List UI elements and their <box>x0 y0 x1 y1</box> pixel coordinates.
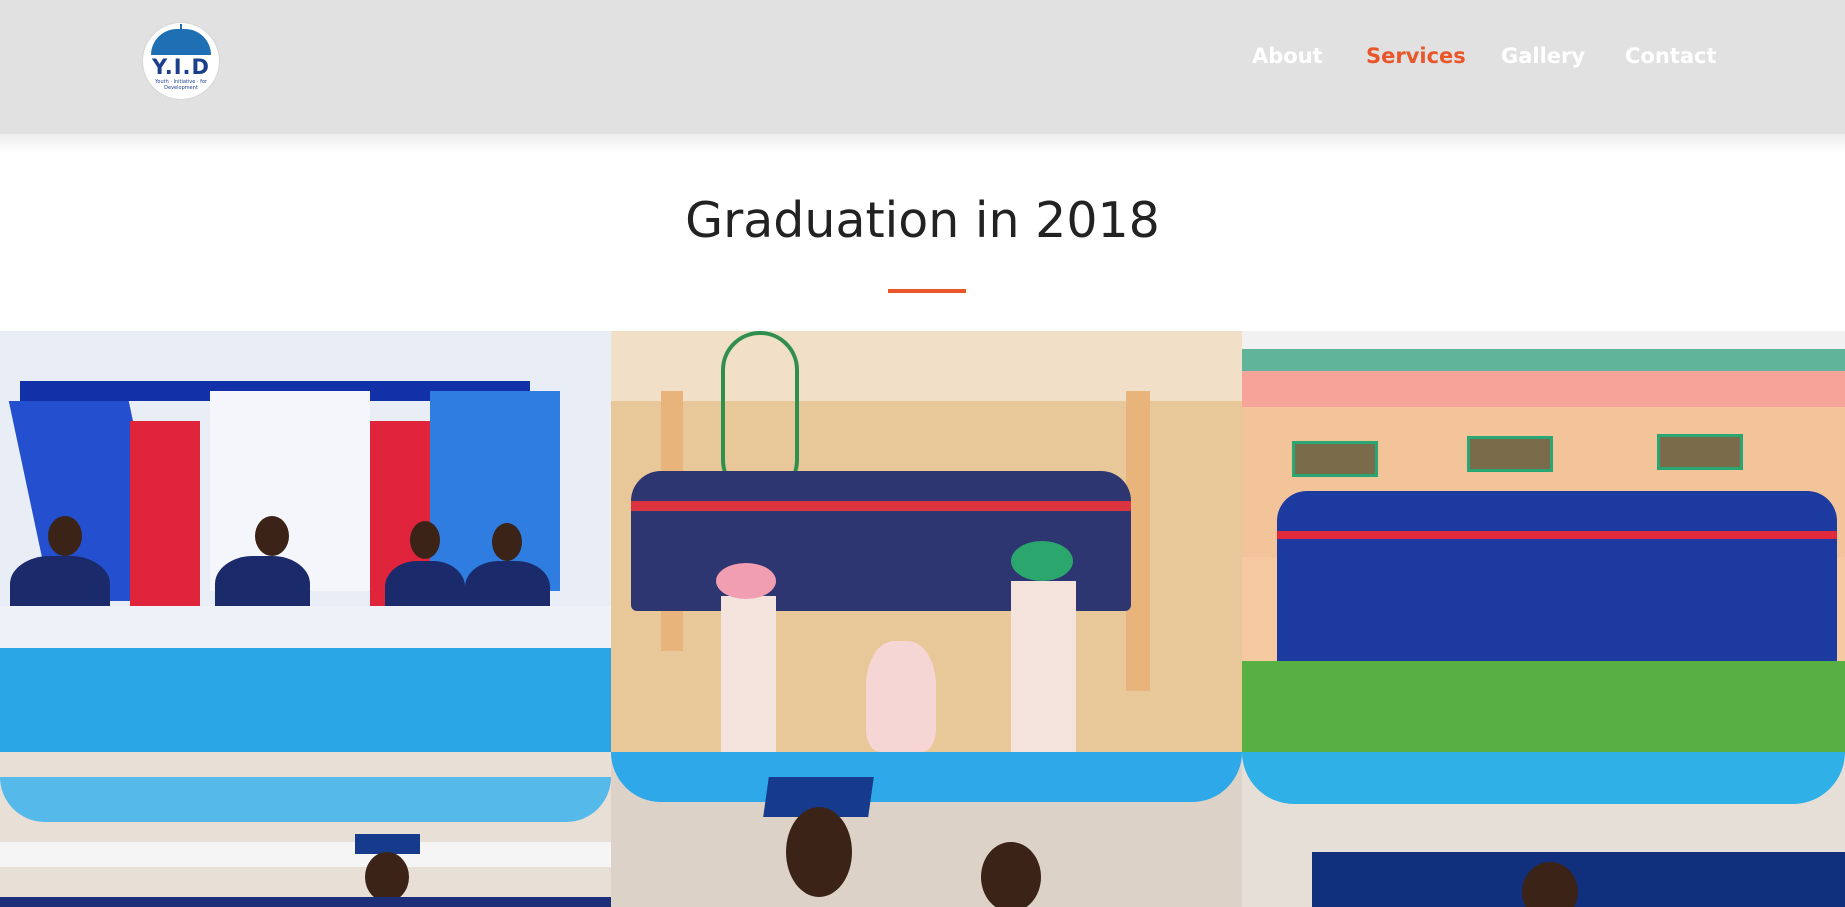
graduation-cap <box>355 834 420 854</box>
window <box>1657 434 1743 470</box>
roof-trim <box>1242 349 1845 371</box>
drape-red <box>130 421 200 611</box>
window <box>1467 436 1553 472</box>
logo-subtext: Youth · Initiative · for Development <box>155 79 207 91</box>
drape-blue <box>611 752 1242 802</box>
gallery-photo-2[interactable] <box>611 331 1242 752</box>
photo-tint <box>612 331 1242 752</box>
table-skirt <box>0 648 611 752</box>
gallery-photo-1[interactable] <box>0 331 611 752</box>
gallery-photo-5[interactable] <box>611 752 1242 907</box>
nav-contact[interactable]: Contact <box>1625 44 1717 68</box>
site-logo[interactable]: Y.I.D Youth · Initiative · for Developme… <box>143 23 219 99</box>
nav-gallery[interactable]: Gallery <box>1501 44 1585 68</box>
gown-trim <box>1277 531 1837 539</box>
banner <box>0 842 611 867</box>
person-head <box>786 807 852 897</box>
drape-dark <box>1312 852 1845 907</box>
drape-blue <box>0 777 611 822</box>
graduates-group <box>1277 491 1837 681</box>
page-title: Graduation in 2018 <box>685 192 1160 249</box>
window <box>1292 441 1378 477</box>
person-head <box>492 523 522 561</box>
title-underline <box>888 289 966 293</box>
nav-services[interactable]: Services <box>1366 44 1466 68</box>
header-shadow <box>0 120 1845 154</box>
person-head <box>981 842 1041 907</box>
gallery-photo-4[interactable] <box>0 752 611 907</box>
person-head <box>365 852 409 902</box>
nav-about[interactable]: About <box>1252 44 1323 68</box>
drape-blue <box>1242 752 1845 804</box>
logo-text: Y.I.D <box>152 55 210 79</box>
umbrella-icon <box>151 24 211 55</box>
person-head <box>48 516 82 556</box>
gallery-photo-3[interactable] <box>1242 331 1845 752</box>
gown <box>0 897 611 907</box>
person-head <box>255 516 289 556</box>
table-top <box>0 606 611 648</box>
grass <box>1242 661 1845 752</box>
person-head <box>410 521 440 559</box>
roof-edge <box>1242 371 1845 407</box>
gallery-photo-6[interactable] <box>1242 752 1845 907</box>
